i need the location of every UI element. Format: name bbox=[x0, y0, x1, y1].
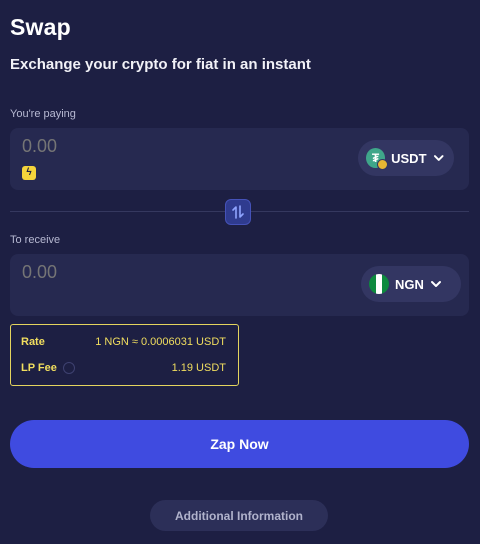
lp-fee-label: LP Fee bbox=[21, 362, 57, 374]
paying-panel: ϟ ₮ USDT bbox=[10, 128, 469, 190]
chevron-down-icon bbox=[433, 155, 444, 161]
paying-label: You're paying bbox=[10, 108, 76, 120]
additional-information-button[interactable]: Additional Information bbox=[150, 500, 328, 531]
paying-amount-input[interactable] bbox=[22, 136, 222, 157]
nigeria-flag-icon bbox=[369, 274, 389, 294]
swap-arrows-icon bbox=[232, 205, 244, 219]
receive-currency-label: NGN bbox=[395, 276, 424, 292]
paying-currency-select[interactable]: ₮ USDT bbox=[358, 140, 454, 176]
usdt-coin-icon: ₮ bbox=[366, 148, 389, 170]
page-subtitle: Exchange your crypto for fiat in an inst… bbox=[10, 56, 311, 73]
receive-amount-input[interactable] bbox=[22, 262, 222, 283]
page-title: Swap bbox=[10, 14, 71, 40]
rate-label: Rate bbox=[21, 336, 45, 348]
receive-panel: NGN bbox=[10, 254, 469, 316]
lp-fee-value: 1.19 USDT bbox=[171, 362, 226, 374]
swap-direction-button[interactable] bbox=[225, 199, 251, 225]
receive-label: To receive bbox=[10, 234, 61, 246]
rate-info-box: Rate 1 NGN ≈ 0.0006031 USDT LP Fee 1.19 … bbox=[10, 324, 239, 386]
rate-value: 1 NGN ≈ 0.0006031 USDT bbox=[95, 336, 226, 348]
chevron-down-icon bbox=[430, 281, 441, 287]
zap-now-button[interactable]: Zap Now bbox=[10, 420, 469, 468]
receive-currency-select[interactable]: NGN bbox=[361, 266, 461, 302]
paying-currency-label: USDT bbox=[391, 150, 427, 166]
info-icon[interactable] bbox=[62, 362, 75, 374]
lightning-icon: ϟ bbox=[22, 166, 36, 180]
